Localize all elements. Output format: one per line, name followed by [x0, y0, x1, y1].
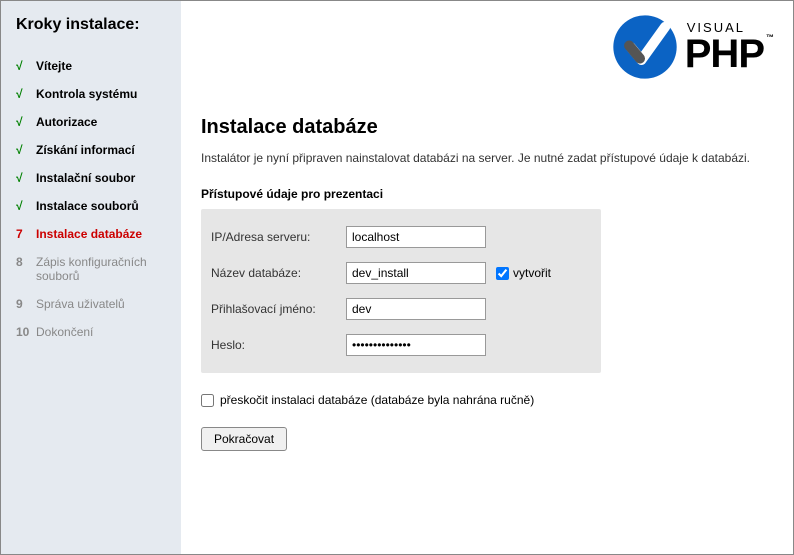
step-number: 7 [16, 227, 36, 241]
create-checkbox[interactable] [496, 267, 509, 280]
logo-icon [609, 11, 681, 83]
step-label: Autorizace [36, 115, 97, 129]
check-icon: √ [16, 199, 36, 213]
skip-checkbox[interactable] [201, 394, 214, 407]
check-icon: √ [16, 87, 36, 101]
step-item: √Vítejte [16, 52, 181, 80]
step-number: 10 [16, 325, 36, 339]
continue-button[interactable]: Pokračovat [201, 427, 287, 451]
sidebar: Kroky instalace: √Vítejte√Kontrola systé… [1, 1, 181, 554]
steps-list: √Vítejte√Kontrola systému√Autorizace√Zís… [16, 52, 181, 346]
password-input[interactable] [346, 334, 486, 356]
check-icon: √ [16, 143, 36, 157]
logo-text: VISUAL PHP™ [685, 21, 773, 74]
logo: VISUAL PHP™ [609, 11, 773, 83]
login-label: Přihlašovací jméno: [211, 302, 346, 316]
server-input[interactable] [346, 226, 486, 248]
step-label: Kontrola systému [36, 87, 137, 101]
step-number: 8 [16, 255, 36, 269]
password-label: Heslo: [211, 338, 346, 352]
check-icon: √ [16, 59, 36, 73]
check-icon: √ [16, 171, 36, 185]
step-label: Instalace databáze [36, 227, 142, 241]
step-label: Správa uživatelů [36, 297, 125, 311]
step-item: 9Správa uživatelů [16, 290, 181, 318]
skip-label: přeskočit instalaci databáze (databáze b… [220, 393, 534, 407]
step-label: Zápis konfiguračních souborů [36, 255, 181, 283]
page-title: Instalace databáze [201, 116, 773, 139]
step-item: 10Dokončení [16, 318, 181, 346]
dbname-input[interactable] [346, 262, 486, 284]
step-item: √Autorizace [16, 108, 181, 136]
step-label: Získání informací [36, 143, 135, 157]
page-description: Instalátor je nyní připraven nainstalova… [201, 149, 773, 167]
step-item: √Kontrola systému [16, 80, 181, 108]
step-item: √Získání informací [16, 136, 181, 164]
step-item: √Instalační soubor [16, 164, 181, 192]
server-label: IP/Adresa serveru: [211, 230, 346, 244]
section-title: Přístupové údaje pro prezentaci [201, 187, 773, 201]
step-number: 9 [16, 297, 36, 311]
step-item: 7Instalace databáze [16, 220, 181, 248]
db-form: IP/Adresa serveru: Název databáze: vytvo… [201, 209, 601, 373]
login-input[interactable] [346, 298, 486, 320]
step-label: Instalace souborů [36, 199, 139, 213]
dbname-label: Název databáze: [211, 266, 346, 280]
step-item: √Instalace souborů [16, 192, 181, 220]
step-label: Vítejte [36, 59, 72, 73]
step-label: Instalační soubor [36, 171, 135, 185]
main-content: VISUAL PHP™ Instalace databáze Instaláto… [181, 1, 793, 554]
step-item: 8Zápis konfiguračních souborů [16, 248, 181, 290]
create-label: vytvořit [513, 266, 551, 280]
sidebar-title: Kroky instalace: [16, 16, 181, 34]
check-icon: √ [16, 115, 36, 129]
step-label: Dokončení [36, 325, 93, 339]
